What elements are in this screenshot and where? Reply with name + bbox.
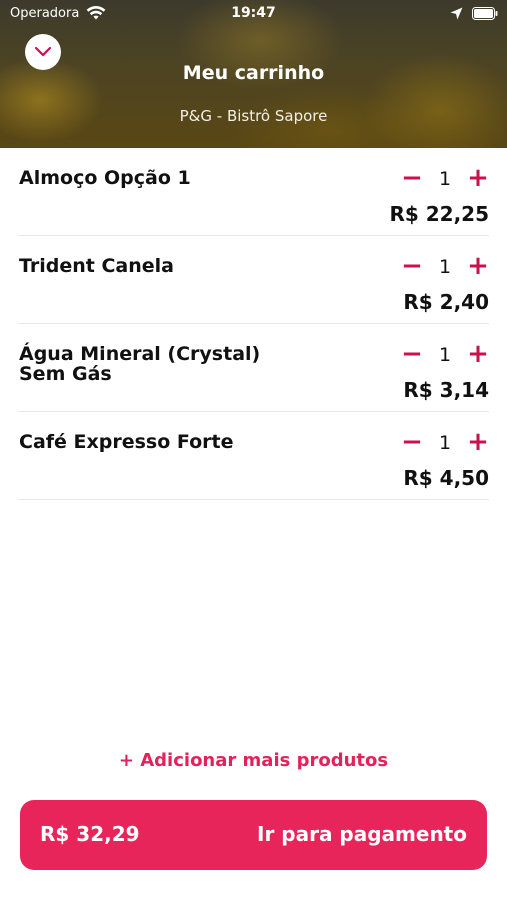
item-name: Trident Canela [19, 255, 174, 277]
checkout-button[interactable]: R$ 32,29 Ir para pagamento [20, 800, 487, 870]
cart-item: Café Expresso Forte − 1 + R$ 4,50 [19, 412, 489, 500]
decrease-quantity-button[interactable]: − [401, 341, 423, 368]
cart-header: Operadora 19:47 Meu carrinho P&G - Bistr… [0, 0, 507, 148]
increase-quantity-button[interactable]: + [467, 165, 489, 192]
add-more-products-link[interactable]: + Adicionar mais produtos [0, 750, 507, 771]
increase-quantity-button[interactable]: + [467, 253, 489, 280]
decrease-quantity-button[interactable]: − [401, 165, 423, 192]
cart-total: R$ 32,29 [40, 822, 140, 846]
decrease-quantity-button[interactable]: − [401, 253, 423, 280]
cart-item: Almoço Opção 1 − 1 + R$ 22,25 [19, 148, 489, 236]
quantity-stepper: − 1 + [401, 165, 489, 192]
restaurant-name: P&G - Bistrô Sapore [179, 107, 328, 125]
decrease-quantity-button[interactable]: − [401, 429, 423, 456]
quantity-value: 1 [438, 344, 452, 366]
status-bar: Operadora 19:47 [0, 0, 507, 28]
cart-item: Água Mineral (Crystal) Sem Gás − 1 + R$ … [19, 324, 489, 412]
quantity-stepper: − 1 + [401, 341, 489, 368]
item-price: R$ 2,40 [403, 290, 489, 314]
location-arrow-icon [450, 7, 463, 20]
battery-icon [472, 7, 498, 20]
quantity-value: 1 [438, 432, 452, 454]
quantity-stepper: − 1 + [401, 253, 489, 280]
increase-quantity-button[interactable]: + [467, 429, 489, 456]
quantity-stepper: − 1 + [401, 429, 489, 456]
cart-item-list: Almoço Opção 1 − 1 + R$ 22,25 Trident Ca… [0, 148, 507, 500]
page-title: Meu carrinho [182, 62, 325, 84]
item-name: Café Expresso Forte [19, 431, 234, 453]
item-name: Água Mineral (Crystal) Sem Gás [19, 343, 261, 385]
checkout-label: Ir para pagamento [257, 822, 467, 846]
item-price: R$ 3,14 [403, 378, 489, 402]
item-price: R$ 4,50 [403, 466, 489, 490]
status-time: 19:47 [231, 5, 276, 21]
item-name: Almoço Opção 1 [19, 167, 191, 189]
increase-quantity-button[interactable]: + [467, 341, 489, 368]
cart-item: Trident Canela − 1 + R$ 2,40 [19, 236, 489, 324]
quantity-value: 1 [438, 256, 452, 278]
quantity-value: 1 [438, 168, 452, 190]
item-price: R$ 22,25 [389, 202, 489, 226]
chevron-down-icon [34, 46, 52, 57]
